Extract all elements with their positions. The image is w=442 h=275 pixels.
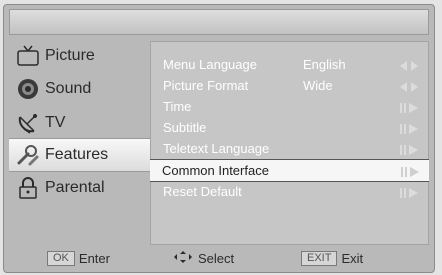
title-bar xyxy=(9,9,429,35)
menu-row-time[interactable]: Time xyxy=(151,96,428,117)
exit-hint: EXIT Exit xyxy=(301,250,364,266)
row-label: Menu Language xyxy=(163,57,257,72)
menu-row-subtitle[interactable]: Subtitle xyxy=(151,117,428,138)
menu-row-teletext-language[interactable]: Teletext Language xyxy=(151,138,428,159)
exit-key: EXIT xyxy=(301,250,338,266)
enter-arrow-icon[interactable] xyxy=(400,143,418,158)
sidebar-item-label: Parental xyxy=(45,179,105,196)
directional-pad-icon xyxy=(174,250,192,266)
row-label: Picture Format xyxy=(163,78,249,93)
row-label: Teletext Language xyxy=(163,141,270,156)
select-hint: Select xyxy=(174,250,235,266)
sidebar-item-tv[interactable]: TV xyxy=(9,107,149,139)
lock-icon xyxy=(15,175,41,201)
row-label: Reset Default xyxy=(163,184,242,199)
enter-arrow-icon[interactable] xyxy=(400,101,418,116)
features-panel: Menu Language English Picture Format Wid… xyxy=(150,41,429,245)
tv-icon xyxy=(15,43,41,69)
row-value: English xyxy=(303,57,346,72)
sidebar-item-label: TV xyxy=(45,114,66,131)
ok-key: OK xyxy=(47,250,75,266)
sidebar-item-sound[interactable]: Sound xyxy=(9,73,149,105)
row-label: Time xyxy=(163,99,192,114)
speaker-icon xyxy=(15,76,41,102)
sidebar-item-label: Picture xyxy=(45,47,95,64)
enter-arrow-icon[interactable] xyxy=(401,165,419,180)
left-right-arrows-icon[interactable] xyxy=(400,59,418,74)
menu-row-common-interface[interactable]: Common Interface xyxy=(150,159,429,182)
tools-icon xyxy=(15,142,41,168)
exit-label: Exit xyxy=(341,250,364,266)
sidebar-item-parental[interactable]: Parental xyxy=(9,172,149,204)
footer-hints: OK Enter Select EXIT Exit xyxy=(9,249,427,267)
select-label: Select xyxy=(198,250,235,266)
enter-hint: OK Enter xyxy=(47,250,110,266)
row-label: Common Interface xyxy=(162,163,269,178)
menu-row-menu-language[interactable]: Menu Language English xyxy=(151,54,428,75)
sidebar-item-picture[interactable]: Picture xyxy=(9,40,149,72)
satellite-dish-icon xyxy=(15,110,41,136)
enter-arrow-icon[interactable] xyxy=(400,186,418,201)
row-label: Subtitle xyxy=(163,120,207,135)
menu-row-reset-default[interactable]: Reset Default xyxy=(151,181,428,202)
sidebar: Picture Sound TV Features Parental xyxy=(9,40,157,244)
sidebar-item-label: Features xyxy=(45,146,109,163)
enter-arrow-icon[interactable] xyxy=(400,122,418,137)
sidebar-item-label: Sound xyxy=(45,80,92,97)
sidebar-item-features[interactable]: Features xyxy=(9,138,157,172)
left-right-arrows-icon[interactable] xyxy=(400,80,418,95)
row-value: Wide xyxy=(303,78,333,93)
menu-row-picture-format[interactable]: Picture Format Wide xyxy=(151,75,428,96)
enter-label: Enter xyxy=(78,250,110,266)
